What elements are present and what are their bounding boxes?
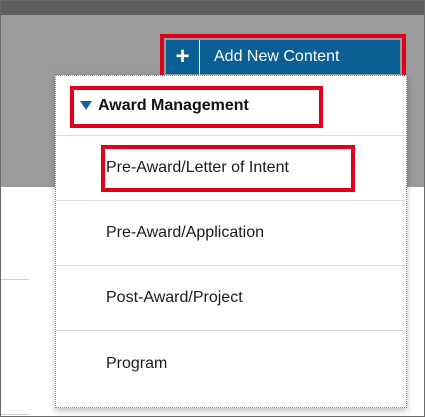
menu-item-program[interactable]: Program [56,331,406,396]
row-divider [1,279,29,280]
menu-item-post-award-project[interactable]: Post-Award/Project [56,266,406,331]
row-divider [1,414,29,415]
menu-item-pre-award-letter-of-intent[interactable]: Pre-Award/Letter of Intent [56,136,406,201]
menu-item-label: Program [106,354,168,372]
section-title: Award Management [98,96,249,114]
add-new-content-button[interactable]: + Add New Content [166,40,400,74]
menu-item-label: Pre-Award/Letter of Intent [106,159,289,176]
menu-item-label: Pre-Award/Application [106,224,265,241]
caret-down-icon [80,101,92,110]
plus-icon: + [166,40,200,74]
menu-item-pre-award-application[interactable]: Pre-Award/Application [56,201,406,266]
add-content-dropdown-menu: Award Management Pre-Award/Letter of Int… [55,75,407,408]
award-management-section-header[interactable]: Award Management [56,76,406,136]
top-strip [1,1,424,15]
add-new-content-label: Add New Content [214,48,340,65]
menu-item-label: Post-Award/Project [106,289,243,306]
